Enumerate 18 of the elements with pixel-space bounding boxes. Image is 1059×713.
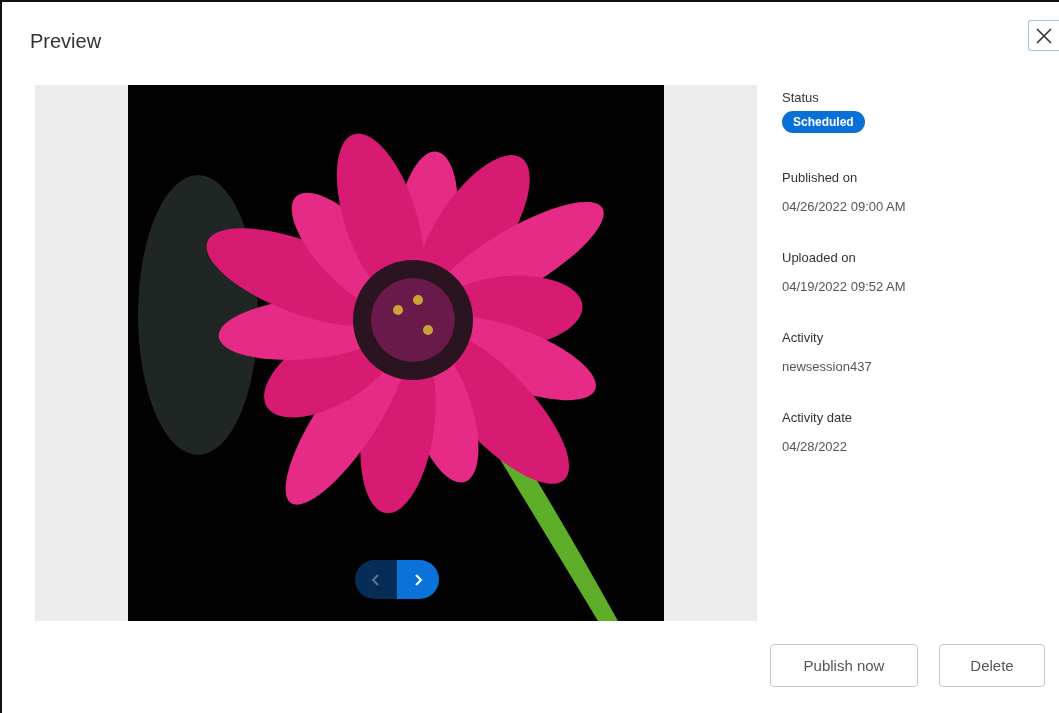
detail-value: 04/26/2022 09:00 AM xyxy=(782,199,906,214)
chevron-left-icon xyxy=(371,572,381,587)
detail-label: Activity date xyxy=(782,409,854,427)
detail-label: Activity xyxy=(782,329,825,347)
next-button[interactable] xyxy=(397,560,439,599)
publish-button[interactable]: Publish now xyxy=(770,644,918,687)
detail-label: Status xyxy=(782,89,820,107)
detail-value: 04/28/2022 xyxy=(782,439,849,454)
close-button[interactable] xyxy=(1028,20,1059,51)
detail-value: 04/19/2022 09:52 AM xyxy=(782,279,906,294)
status-badge: Scheduled xyxy=(782,111,865,133)
delete-button[interactable]: Delete xyxy=(939,644,1045,687)
dialog-title: Preview xyxy=(30,30,102,53)
detail-label: Uploaded on xyxy=(782,249,857,267)
close-icon xyxy=(1035,26,1053,45)
detail-label: Published on xyxy=(782,169,859,187)
detail-value: newsession437 xyxy=(782,359,873,374)
chevron-right-icon xyxy=(413,572,423,587)
